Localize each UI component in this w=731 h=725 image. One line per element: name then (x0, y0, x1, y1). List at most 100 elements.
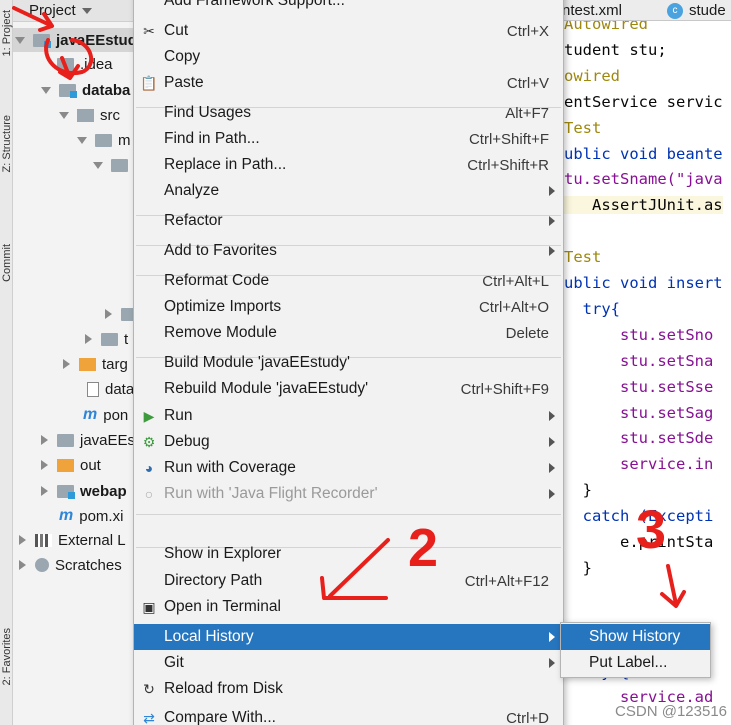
menu-item-shortcut: Ctrl+X (506, 22, 549, 40)
project-tool-tab[interactable]: 1: Project (0, 4, 13, 62)
submenu-arrow-icon (549, 463, 555, 473)
menu-item-optimize-imports[interactable]: Optimize Imports Ctrl+Alt+O (134, 294, 563, 320)
editor-tab-xml[interactable]: ntest.xml (562, 0, 622, 21)
collapsed-arrow-icon[interactable] (105, 309, 112, 319)
menu-item-run-with-java-flight-recorder: ○ Run with 'Java Flight Recorder' (134, 481, 563, 507)
tree-node[interactable]: m pom.xi (13, 504, 135, 528)
watermark: CSDN @123516 (615, 703, 727, 720)
submenu-item-show-history[interactable]: Show History (561, 624, 710, 650)
tree-node[interactable]: .idea (13, 52, 135, 76)
menu-item-find-in-path[interactable]: Find in Path... Ctrl+Shift+F (134, 126, 563, 152)
tree-node[interactable]: javaEEstudy (13, 28, 135, 52)
menu-item-local-history[interactable]: Local History (134, 624, 563, 650)
tree-node[interactable]: m pon (13, 403, 135, 427)
menu-item-label: Cut (164, 22, 189, 39)
menu-item-debug[interactable]: ⚙ Debug (134, 429, 563, 455)
favorites-tool-tab[interactable]: 2: Favorites (0, 618, 13, 696)
expanded-arrow-icon[interactable] (59, 111, 69, 119)
collapsed-arrow-icon[interactable] (19, 560, 26, 570)
menu-item-label: Add to Favorites (164, 242, 277, 259)
code-line: stu.setSna (564, 351, 714, 370)
menu-item-label: Open in Terminal (164, 598, 281, 615)
tree-node[interactable] (13, 302, 135, 326)
menu-item-reformat-code[interactable]: Reformat Code Ctrl+Alt+L (134, 268, 563, 294)
menu-item-label: Find in Path... (164, 130, 260, 147)
menu-item-label: Reload from Disk (164, 680, 283, 697)
tree-node-label: javaEEstudy (56, 31, 135, 49)
menu-item-shortcut: Ctrl+Alt+O (478, 298, 549, 316)
chevron-down-icon[interactable] (81, 7, 92, 14)
expanded-arrow-icon[interactable] (77, 136, 87, 144)
tree-node[interactable]: src (13, 103, 135, 127)
collapsed-arrow-icon[interactable] (19, 535, 26, 545)
menu-item-build-module-javaeestudy[interactable]: Build Module 'javaEEstudy' (134, 350, 563, 376)
menu-item-add-to-favorites[interactable]: Add to Favorites (134, 238, 563, 264)
tree-node[interactable]: webap (13, 479, 135, 503)
menu-item-analyze[interactable]: Analyze (134, 178, 563, 204)
editor-tab-student[interactable]: c stude (667, 0, 726, 21)
maven-pom-icon: m (83, 406, 98, 423)
submenu-arrow-icon (549, 411, 555, 421)
code-line: } (564, 481, 592, 500)
expanded-arrow-icon[interactable] (15, 36, 25, 44)
tree-node[interactable]: javaEEs (13, 428, 135, 452)
expanded-arrow-icon[interactable] (93, 161, 103, 169)
collapsed-arrow-icon[interactable] (41, 460, 48, 470)
tree-node[interactable]: targ (13, 352, 135, 376)
menu-item-label: Copy (164, 48, 201, 65)
commit-tool-tab[interactable]: Commit (0, 228, 13, 298)
menu-item-copy[interactable]: Copy (134, 44, 563, 70)
tree-node[interactable]: Scratches (13, 553, 135, 577)
menu-item-cut[interactable]: ✂ Cut Ctrl+X (134, 18, 563, 44)
menu-item-git[interactable]: Git (134, 650, 563, 676)
submenu-item-put-label[interactable]: Put Label... (561, 650, 710, 676)
menu-item-label: Directory Path (164, 572, 263, 589)
menu-item-run-with-coverage[interactable]: ◕ Run with Coverage (134, 455, 563, 481)
code-line: try{ (564, 299, 620, 318)
folder-icon (111, 158, 128, 172)
menu-item-run[interactable]: ▶ Run (134, 403, 563, 429)
module-folder-icon (57, 484, 75, 499)
collapsed-arrow-icon[interactable] (63, 359, 70, 369)
collapsed-arrow-icon[interactable] (85, 334, 92, 344)
collapsed-arrow-icon[interactable] (41, 435, 48, 445)
code-line: } (564, 558, 592, 577)
tree-node[interactable]: External L (13, 528, 135, 552)
structure-tool-tab[interactable]: Z: Structure (0, 100, 13, 188)
folder-icon (57, 433, 74, 447)
project-panel-header[interactable]: Project (13, 0, 135, 22)
clipboard-icon: 📋 (140, 74, 158, 91)
tree-node[interactable]: t (13, 327, 135, 351)
menu-item-directory-path[interactable]: Directory Path Ctrl+Alt+F12 (134, 568, 563, 594)
code-line: tu.setSname("java (564, 170, 723, 189)
collapsed-arrow-icon[interactable] (41, 486, 48, 496)
menu-item-rebuild-module-javaeestudy[interactable]: Rebuild Module 'javaEEstudy' Ctrl+Shift+F… (134, 376, 563, 402)
menu-item-add-framework-support[interactable]: Add Framework Support... (134, 0, 563, 14)
code-line: e.printSta (564, 533, 714, 551)
menu-item-shortcut: Ctrl+Shift+F (468, 130, 549, 148)
tree-node[interactable]: data (13, 377, 135, 401)
menu-item-open-in-terminal[interactable]: ▣ Open in Terminal (134, 594, 563, 620)
menu-item-compare-with[interactable]: ⇄ Compare With... Ctrl+D (134, 705, 563, 725)
tree-node[interactable]: databa (13, 78, 135, 102)
menu-item-find-usages[interactable]: Find Usages Alt+F7 (134, 100, 563, 126)
menu-item-show-in-explorer[interactable]: Show in Explorer (134, 541, 563, 567)
submenu-arrow-icon (549, 658, 555, 668)
expanded-arrow-icon[interactable] (41, 86, 51, 94)
tree-node[interactable]: out (13, 453, 135, 477)
menu-item-refactor[interactable]: Refactor (134, 208, 563, 234)
submenu-arrow-icon (549, 216, 555, 226)
tree-node[interactable] (13, 153, 135, 177)
menu-item-paste[interactable]: 📋 Paste Ctrl+V (134, 70, 563, 96)
code-line: ublic void beante (564, 144, 723, 163)
project-panel: Project javaEEstudy .idea databa src m t targ d… (13, 0, 135, 725)
menu-item-replace-in-path[interactable]: Replace in Path... Ctrl+Shift+R (134, 152, 563, 178)
tree-node-label: src (100, 106, 120, 124)
menu-item-remove-module[interactable]: Remove Module Delete (134, 320, 563, 346)
maven-pom-icon: m (59, 507, 74, 524)
source-folder-icon (77, 108, 94, 122)
tree-node[interactable]: m (13, 128, 135, 152)
tree-node-label: .idea (80, 55, 113, 73)
menu-item-shortcut: Ctrl+D (506, 709, 549, 725)
menu-item-reload-from-disk[interactable]: ↻ Reload from Disk (134, 676, 563, 702)
